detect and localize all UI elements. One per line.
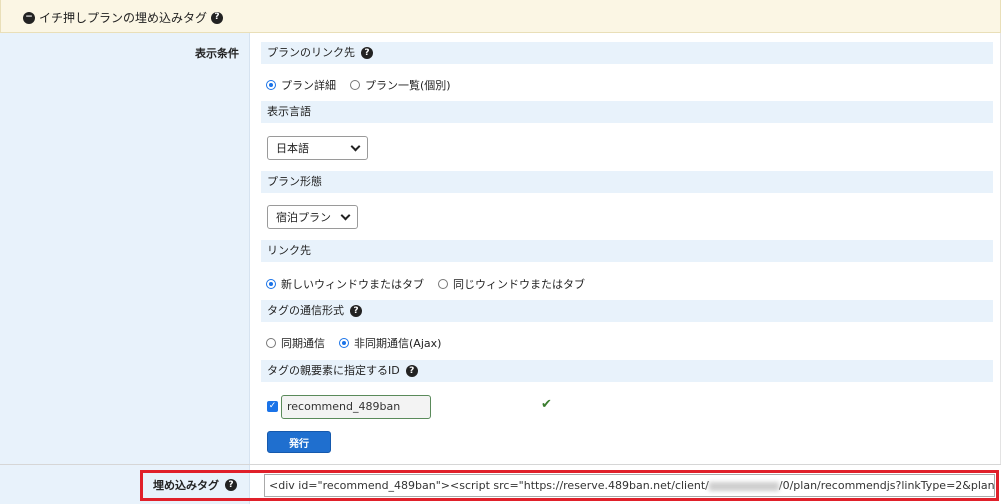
embed-label: 埋め込みタグ ? (153, 477, 237, 493)
radio-selected-icon[interactable] (266, 80, 276, 90)
question-circle-icon[interactable]: ? (225, 479, 237, 491)
radio-selected-icon[interactable] (339, 338, 349, 348)
radio-selected-icon[interactable] (266, 279, 276, 289)
radio-same-window[interactable]: 同じウィンドウまたはタブ (438, 276, 585, 292)
radio-unselected-icon[interactable] (438, 279, 448, 289)
section-title[interactable]: − イチ押しプランの埋め込みタグ ? (23, 9, 224, 26)
question-circle-icon[interactable]: ? (361, 47, 373, 59)
label-column: 表示条件 (0, 33, 250, 464)
radio-label: プラン詳細 (281, 79, 336, 92)
link-target-heading: プランのリンク先 ? (261, 42, 993, 64)
radio-label: 同じウィンドウまたはタブ (453, 278, 585, 291)
language-select[interactable]: 日本語 (267, 136, 368, 160)
minus-circle-icon[interactable]: − (23, 11, 35, 24)
plan-type-value: 宿泊プラン (276, 211, 331, 224)
link-dest-options: 新しいウィンドウまたはタブ 同じウィンドウまたはタブ (266, 276, 599, 292)
section-title-text: イチ押しプランの埋め込みタグ (39, 11, 208, 25)
conditions-panel: プランのリンク先 ? プラン詳細 プラン一覧(個別) 表示言語 日本語 プラン形… (251, 33, 1001, 464)
radio-unselected-icon[interactable] (350, 80, 360, 90)
question-circle-icon[interactable]: ? (350, 305, 362, 317)
plan-type-select[interactable]: 宿泊プラン (267, 205, 358, 229)
parent-id-input[interactable]: recommend_489ban (281, 395, 431, 419)
radio-label: 新しいウィンドウまたはタブ (281, 278, 424, 291)
language-heading: 表示言語 (261, 101, 993, 123)
radio-sync[interactable]: 同期通信 (266, 335, 325, 351)
comm-options: 同期通信 非同期通信(Ajax) (266, 335, 455, 351)
link-target-options: プラン詳細 プラン一覧(個別) (266, 77, 465, 93)
chevron-down-icon (340, 210, 351, 220)
conditions-label: 表示条件 (195, 47, 239, 60)
radio-label: 非同期通信(Ajax) (354, 337, 442, 350)
comm-heading: タグの通信形式 ? (261, 300, 993, 322)
issue-button[interactable]: 発行 (267, 431, 331, 453)
link-dest-heading: リンク先 (261, 240, 993, 262)
parent-id-title: タグの親要素に指定するID (267, 364, 400, 377)
check-valid-icon: ✔ (541, 397, 552, 412)
link-target-title: プランのリンク先 (267, 46, 355, 59)
radio-label: プラン一覧(個別) (365, 79, 451, 92)
question-circle-icon[interactable]: ? (211, 11, 224, 24)
chevron-down-icon (350, 141, 361, 151)
section-header: − イチ押しプランの埋め込みタグ ? (0, 0, 1001, 33)
comm-title: タグの通信形式 (267, 304, 344, 317)
parent-id-checkbox[interactable]: ✓ (267, 401, 278, 412)
radio-plan-list[interactable]: プラン一覧(個別) (350, 77, 451, 93)
plan-type-title: プラン形態 (267, 175, 322, 188)
radio-unselected-icon[interactable] (266, 338, 276, 348)
radio-new-window[interactable]: 新しいウィンドウまたはタブ (266, 276, 424, 292)
embed-label-text: 埋め込みタグ (153, 479, 219, 492)
language-value: 日本語 (276, 142, 309, 155)
radio-plan-detail[interactable]: プラン詳細 (266, 77, 336, 93)
language-title: 表示言語 (267, 105, 311, 118)
embed-code-prefix: <div id="recommend_489ban"><script src="… (269, 479, 709, 492)
radio-label: 同期通信 (281, 337, 325, 350)
parent-id-heading: タグの親要素に指定するID ? (261, 360, 993, 382)
redacted-client-id (708, 481, 779, 491)
link-dest-title: リンク先 (267, 244, 311, 257)
embed-code-suffix: /0/plan/recommendjs?linkType=2&planType=… (778, 479, 995, 492)
plan-type-heading: プラン形態 (261, 171, 993, 193)
question-circle-icon[interactable]: ? (405, 365, 418, 377)
embed-code-field[interactable]: <div id="recommend_489ban"><script src="… (264, 474, 995, 497)
radio-ajax[interactable]: 非同期通信(Ajax) (339, 335, 441, 351)
